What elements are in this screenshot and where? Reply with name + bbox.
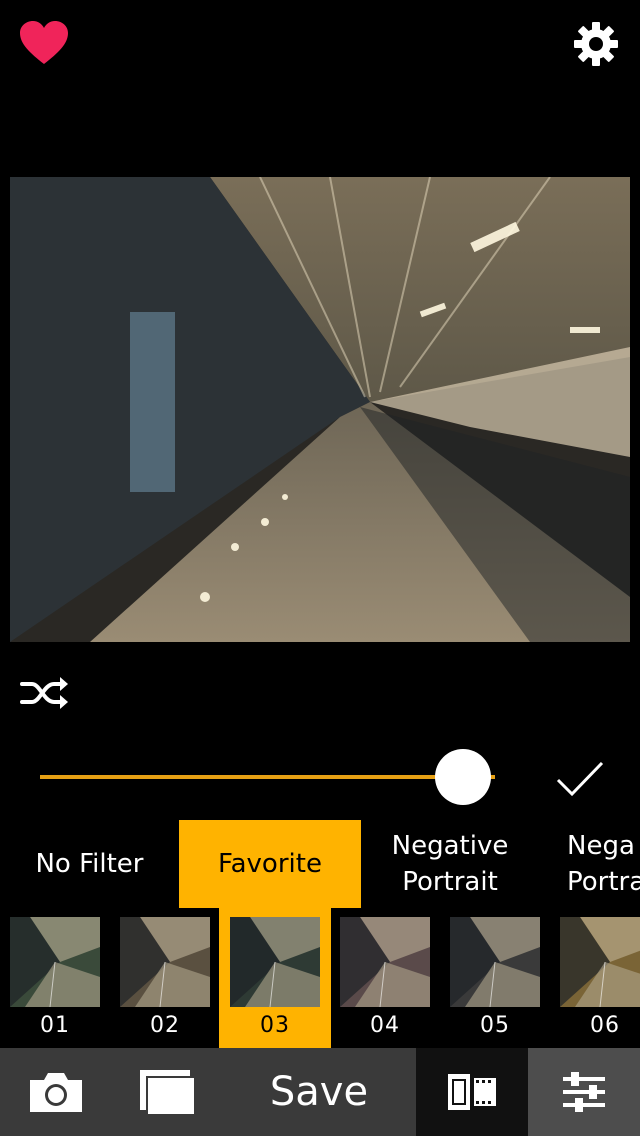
- gallery-button[interactable]: [111, 1048, 222, 1136]
- filter-category-label: Nega Portra: [567, 831, 640, 897]
- filter-thumbnail-label: 06: [590, 1013, 620, 1038]
- camera-button[interactable]: [0, 1048, 111, 1136]
- filter-thumbnail-label: 01: [40, 1013, 70, 1038]
- filter-category-label: Negative Portrait: [391, 831, 509, 897]
- gallery-icon: [139, 1070, 194, 1114]
- filter-category-label: Favorite: [218, 849, 322, 879]
- filmstrip-icon: [448, 1074, 496, 1110]
- shuffle-icon[interactable]: [20, 674, 70, 712]
- filter-thumbnail-label: 03: [260, 1013, 290, 1038]
- filter-thumbnail[interactable]: [120, 917, 210, 1007]
- favorite-heart-icon[interactable]: [18, 20, 70, 66]
- save-button[interactable]: Save: [222, 1048, 416, 1136]
- filter-thumbnail-label: 02: [150, 1013, 180, 1038]
- intensity-slider-knob[interactable]: [435, 749, 491, 805]
- camera-icon: [29, 1073, 82, 1112]
- filter-category-favorite[interactable]: Favorite: [179, 820, 361, 908]
- settings-gear-icon[interactable]: [572, 20, 620, 68]
- filter-thumbnail-label: 05: [480, 1013, 510, 1038]
- filter-category-negative-portrait[interactable]: Negative Portrait: [361, 820, 539, 908]
- check-icon[interactable]: [556, 760, 604, 798]
- adjust-button[interactable]: [528, 1048, 640, 1136]
- filter-thumbnail[interactable]: [560, 917, 640, 1007]
- filter-thumbnail[interactable]: [230, 917, 320, 1007]
- photo-preview: [10, 177, 630, 642]
- filter-thumbnail[interactable]: [10, 917, 100, 1007]
- filter-category-no-filter[interactable]: No Filter: [0, 820, 179, 908]
- filter-thumbnail-label: 04: [370, 1013, 400, 1038]
- filmstrip-button[interactable]: [416, 1048, 528, 1136]
- filter-thumbnail[interactable]: [340, 917, 430, 1007]
- sliders-icon: [563, 1072, 605, 1112]
- filter-thumbnail[interactable]: [450, 917, 540, 1007]
- filter-category-negative-portrait-2[interactable]: Nega Portra: [539, 820, 640, 908]
- filter-category-label: No Filter: [35, 849, 144, 879]
- intensity-slider-track[interactable]: [40, 775, 495, 779]
